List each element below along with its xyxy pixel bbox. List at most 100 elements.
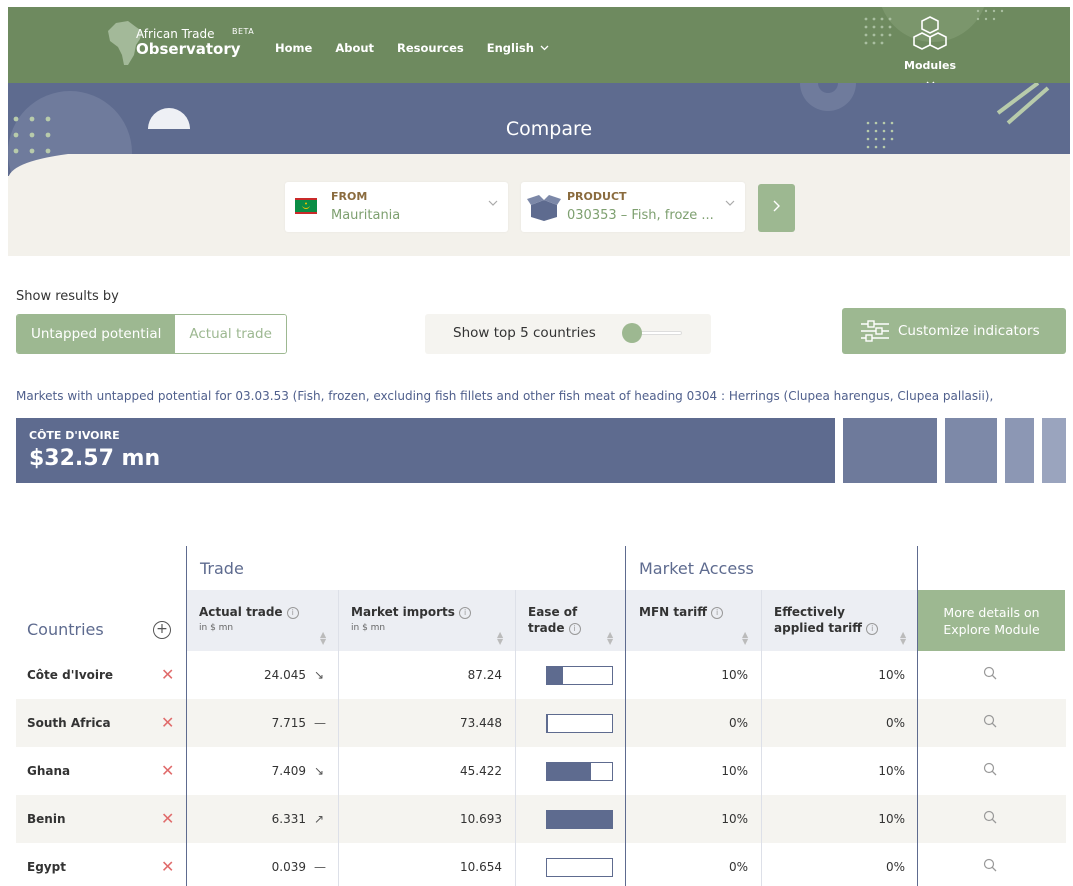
ease-of-trade-bar [546,810,613,829]
remove-country-icon[interactable]: ✕ [161,747,174,795]
countries-column-header: Countries [27,620,104,639]
beta-badge: BETA [232,27,255,36]
applied-tariff-header[interactable]: Effectively applied tariff i [774,604,879,636]
remove-country-icon[interactable]: ✕ [161,699,174,747]
mfn-tariff-value: 10% [721,764,748,778]
from-value: Mauritania [331,208,401,223]
product-label: PRODUCT [567,190,627,203]
sort-icon[interactable]: ▲ ▼ [742,631,748,646]
markets-description: Markets with untapped potential for 03.0… [16,389,994,403]
column-divider [761,590,762,886]
add-country-button[interactable]: + [153,621,171,639]
market-imports-value: 87.24 [467,668,502,682]
language-selector[interactable]: English [487,41,549,55]
search-icon[interactable] [983,795,997,843]
top-countries-slider-handle[interactable] [622,323,642,343]
hero-curve [8,154,1070,180]
toggle-untapped-potential[interactable]: Untapped potential [17,315,176,353]
mauritania-flag-icon [295,198,317,214]
ease-of-trade-fill [547,667,563,684]
country-name: Egypt [27,860,66,874]
applied-tariff-value: 10% [878,764,905,778]
actual-trade-value: 24.045 [264,668,306,682]
sort-icon[interactable]: ▲ ▼ [607,631,613,646]
more-details-header[interactable]: More details on Explore Module [918,590,1065,651]
nav-home[interactable]: Home [275,41,312,55]
modules-menu[interactable]: Modules [900,15,960,83]
chevron-down-icon [488,200,498,206]
language-label: English [486,41,534,55]
cubes-icon [913,16,947,50]
market-imports-value: 10.654 [460,860,502,874]
nav-resources[interactable]: Resources [397,41,464,55]
sort-icon[interactable]: ▲ ▼ [900,631,906,646]
ease-of-trade-fill [547,811,612,828]
remove-country-icon[interactable]: ✕ [161,651,174,699]
applied-tariff-value: 10% [878,812,905,826]
mfn-tariff-value: 0% [728,716,748,730]
decorative-shapes [864,7,1004,45]
info-icon[interactable]: i [711,607,724,619]
info-icon[interactable]: i [568,623,581,635]
show-results-label: Show results by [16,289,119,304]
treemap-market-2[interactable] [843,418,937,483]
search-icon[interactable] [983,651,997,699]
search-icon[interactable] [983,747,997,795]
remove-country-icon[interactable]: ✕ [161,795,174,843]
country-name: South Africa [27,716,111,730]
treemap-market-3[interactable] [945,418,997,483]
nav-about[interactable]: About [335,41,374,55]
ease-of-trade-bar [546,858,613,877]
info-icon[interactable]: i [459,607,472,619]
actual-trade-value: 0.039 [271,860,306,874]
group-header-trade: Trade [200,559,244,578]
sort-icon[interactable]: ▲ ▼ [320,631,326,646]
search-icon[interactable] [983,699,997,747]
country-name: Benin [27,812,66,826]
sort-icon[interactable]: ▲ ▼ [497,631,503,646]
trend-icon: ↘ [314,764,325,778]
ease-of-trade-header[interactable]: Ease of trade i [528,604,581,636]
customize-indicators-button[interactable]: Customize indicators [842,308,1066,354]
ease-of-trade-bar [546,762,613,781]
trend-icon: ↗ [314,812,325,826]
actual-trade-value: 6.331 [271,812,306,826]
treemap-top-market[interactable]: CÔTE D'IVOIRE $32.57 mn [16,418,835,483]
mfn-tariff-value: 10% [721,668,748,682]
apply-filters-button[interactable] [758,184,795,232]
applied-tariff-value: 0% [885,860,905,874]
search-icon[interactable] [983,843,997,886]
market-imports-header[interactable]: Market imports i in $ mn [351,604,472,636]
table-row: Egypt ✕ 0.039 — 10.654 0% 0% [16,843,1066,886]
actual-trade-value: 7.715 [271,716,306,730]
page-title: Compare [505,118,593,140]
top-countries-label: Show top 5 countries [453,325,596,341]
trend-icon: ↘ [314,668,325,682]
from-label: FROM [331,190,368,203]
treemap-market-5[interactable] [1042,418,1066,483]
market-imports-value: 73.448 [460,716,502,730]
product-select[interactable]: PRODUCT 030353 – Fish, froze ... [521,182,745,232]
remove-country-icon[interactable]: ✕ [161,843,174,886]
from-country-select[interactable]: FROM Mauritania [285,182,508,232]
treemap-market-4[interactable] [1005,418,1034,483]
actual-trade-value: 7.409 [271,764,306,778]
mfn-tariff-value: 10% [721,812,748,826]
ease-of-trade-bar [546,666,613,685]
customize-indicators-label: Customize indicators [898,323,1040,339]
top-countries-control: Show top 5 countries [425,314,711,354]
product-value: 030353 – Fish, froze ... [567,208,714,223]
toggle-actual-trade[interactable]: Actual trade [175,315,286,353]
actual-trade-header[interactable]: Actual trade i in $ mn [199,604,299,636]
ease-of-trade-bar [546,714,613,733]
info-icon[interactable]: i [866,623,879,635]
info-icon[interactable]: i [286,607,299,619]
ease-of-trade-fill [547,715,548,732]
modules-label: Modules [904,59,956,72]
site-logo[interactable]: African Trade Observatory BETA [106,19,266,71]
mfn-tariff-header[interactable]: MFN tariff i [639,604,724,620]
country-name: Ghana [27,764,71,778]
logo-line2: Observatory [136,40,241,58]
column-divider [917,546,918,886]
open-box-icon [527,195,561,221]
